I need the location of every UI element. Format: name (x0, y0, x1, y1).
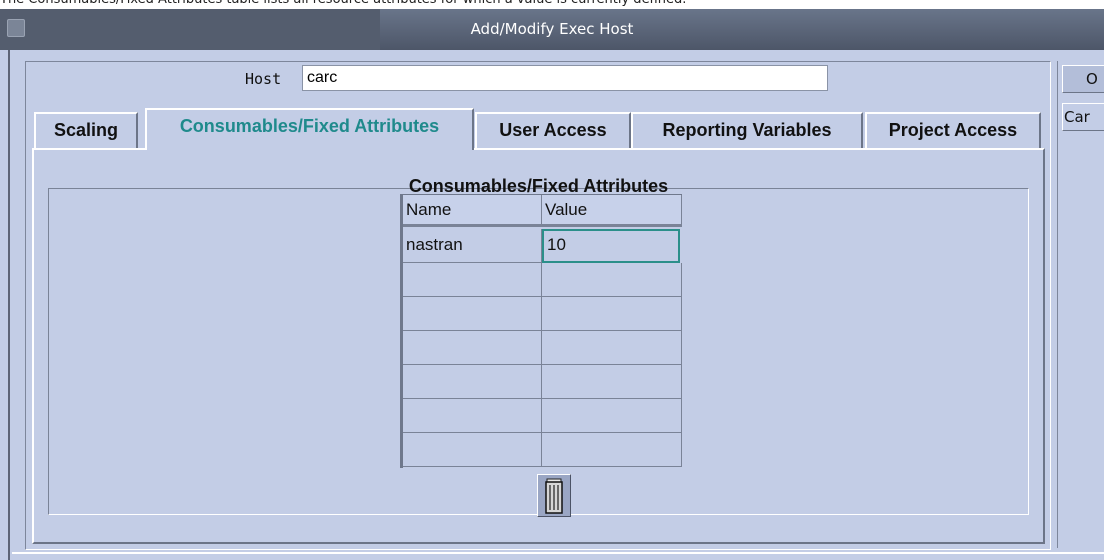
table-cell-value[interactable] (542, 433, 682, 467)
tab-panel: Name Value nastran 10 Consumables/Fixed … (32, 148, 1045, 544)
table-cell-value[interactable] (542, 263, 682, 297)
tab-project-access[interactable]: Project Access (865, 112, 1041, 148)
dialog-button-panel: O Car (1057, 61, 1104, 548)
table-cell-value[interactable] (542, 297, 682, 331)
trash-icon (545, 478, 563, 514)
table-cell-name[interactable] (403, 331, 542, 365)
consumables-group-box: Name Value nastran 10 (48, 188, 1029, 517)
frame-bottom-edge (12, 552, 1104, 554)
exec-host-dialog: Host carc Scaling Consumables/Fixed Attr… (25, 61, 1051, 550)
host-label: Host (245, 70, 282, 88)
table-cell-value[interactable] (542, 399, 682, 433)
table-cell-value[interactable] (542, 331, 682, 365)
tab-user-access[interactable]: User Access (475, 112, 631, 148)
window-frame: Host carc Scaling Consumables/Fixed Attr… (0, 50, 1104, 560)
table-cell-name[interactable] (403, 399, 542, 433)
column-header-value[interactable]: Value (542, 195, 682, 227)
page-caption: The Consumables/Fixed Attributes table l… (0, 0, 1104, 9)
frame-left-edge (8, 50, 10, 560)
table-cell-name[interactable] (403, 433, 542, 467)
attributes-table: Name Value nastran 10 (400, 194, 682, 468)
host-input[interactable]: carc (302, 65, 828, 91)
column-header-name[interactable]: Name (403, 195, 542, 227)
delete-button[interactable] (537, 474, 571, 517)
window-title: Add/Modify Exec Host (470, 20, 634, 38)
tab-bar: Scaling Consumables/Fixed Attributes Use… (32, 106, 1047, 150)
tab-scaling[interactable]: Scaling (34, 112, 138, 148)
table-cell-name[interactable] (403, 365, 542, 399)
tab-consumables-fixed-attributes[interactable]: Consumables/Fixed Attributes (145, 108, 474, 150)
table-cell-name[interactable] (403, 297, 542, 331)
table-cell-name[interactable]: nastran (403, 229, 542, 263)
ok-button[interactable]: O (1062, 65, 1104, 93)
tab-reporting-variables[interactable]: Reporting Variables (631, 112, 863, 148)
table-cell-name[interactable] (403, 263, 542, 297)
cancel-button[interactable]: Car (1062, 103, 1104, 131)
window-titlebar[interactable]: Add/Modify Exec Host (0, 9, 1104, 50)
table-cell-value[interactable] (542, 365, 682, 399)
table-cell-value-selected[interactable]: 10 (542, 229, 680, 263)
group-title: Consumables/Fixed Attributes (408, 176, 669, 196)
